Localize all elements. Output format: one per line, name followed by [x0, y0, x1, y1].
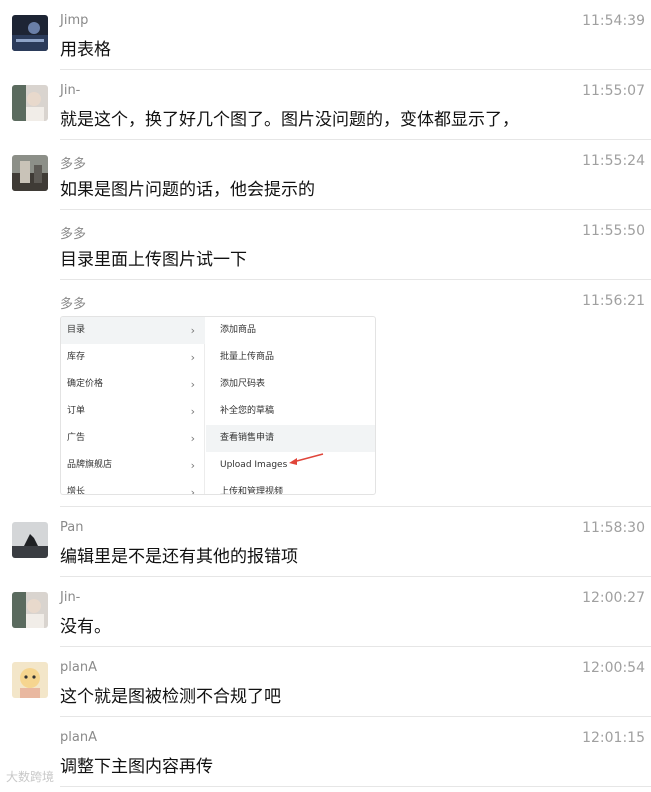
image-message[interactable]: 目录 › 库存 › 确定价格 › 订单 › 广告 › 品牌旗舰店 › 增长 › … — [60, 316, 376, 495]
submenu-item: 添加商品 — [220, 325, 257, 335]
chevron-right-icon: › — [190, 378, 195, 391]
chat-history: Jimp 11:54:39 用表格 Jin- 11:55:07 就是这个，换了好… — [0, 0, 651, 792]
menu-item: 库存 › — [61, 344, 205, 371]
sender-name: Pan — [60, 520, 84, 535]
menu-item-label: 订单 — [67, 406, 86, 416]
chat-message: Pan 11:58:30 编辑里是不是还有其他的报错项 — [0, 507, 651, 577]
message-text[interactable]: 用表格 — [60, 35, 111, 60]
screenshot-menu: 目录 › 库存 › 确定价格 › 订单 › 广告 › 品牌旗舰店 › 增长 › — [61, 317, 205, 495]
chevron-right-icon: › — [190, 405, 195, 418]
chevron-right-icon: › — [190, 459, 195, 472]
message-time: 12:01:15 — [582, 730, 645, 746]
chat-message: 多多 11:56:21 目录 › 库存 › 确定价格 › 订单 › 广告 › 品… — [0, 280, 651, 507]
chat-message: Jin- 11:55:07 就是这个，换了好几个图了。图片没问题的，变体都显示了… — [0, 70, 651, 140]
divider — [60, 786, 651, 787]
menu-item: 订单 › — [61, 398, 205, 425]
sender-name: planA — [60, 730, 97, 745]
message-text[interactable]: 编辑里是不是还有其他的报错项 — [60, 542, 298, 567]
watermark: 大数跨境 — [6, 770, 55, 784]
chevron-right-icon: › — [190, 351, 195, 364]
message-text[interactable]: 这个就是图被检测不合规了吧 — [60, 682, 281, 707]
sender-name: planA — [60, 660, 97, 675]
menu-item-label: 库存 — [67, 352, 86, 362]
menu-item-label: 确定价格 — [67, 379, 104, 389]
sender-name: Jin- — [60, 590, 81, 605]
screenshot-submenu: 添加商品 批量上传商品 添加尺码表 补全您的草稿 查看销售申请 Upload I… — [206, 317, 375, 495]
submenu-item: 补全您的草稿 — [220, 406, 275, 416]
message-time: 11:55:07 — [582, 83, 645, 99]
avatar[interactable] — [12, 662, 48, 698]
submenu-item: 批量上传商品 — [220, 352, 275, 362]
menu-item-label: 广告 — [67, 433, 86, 443]
menu-item: 品牌旗舰店 › — [61, 452, 205, 479]
avatar[interactable] — [12, 85, 48, 121]
chat-message: planA 12:01:15 调整下主图内容再传 — [0, 717, 651, 787]
message-time: 11:55:50 — [582, 223, 645, 239]
menu-item: 广告 › — [61, 425, 205, 452]
sender-name: 多多 — [60, 227, 87, 242]
message-text[interactable]: 调整下主图内容再传 — [60, 752, 213, 777]
submenu-item: 查看销售申请 — [206, 425, 375, 452]
menu-item: 目录 › — [61, 317, 205, 344]
sender-name: Jimp — [60, 13, 89, 28]
submenu-item: 添加尺码表 — [220, 379, 266, 389]
chevron-right-icon: › — [190, 486, 195, 495]
sender-name: 多多 — [60, 297, 87, 312]
avatar[interactable] — [12, 592, 48, 628]
menu-item: 增长 › — [61, 479, 205, 495]
chat-message: 多多 11:55:24 如果是图片问题的话，他会提示的 — [0, 140, 651, 210]
message-text[interactable]: 如果是图片问题的话，他会提示的 — [60, 175, 315, 200]
red-arrow-icon — [289, 453, 324, 465]
menu-item-label: 增长 — [67, 487, 86, 495]
avatar[interactable] — [12, 522, 48, 558]
menu-item-label: 品牌旗舰店 — [67, 460, 113, 470]
sender-name: Jin- — [60, 83, 81, 98]
chat-message: planA 12:00:54 这个就是图被检测不合规了吧 — [0, 647, 651, 717]
chat-message: 多多 11:55:50 目录里面上传图片试一下 — [0, 210, 651, 280]
avatar[interactable] — [12, 155, 48, 191]
chevron-right-icon: › — [190, 324, 195, 337]
message-time: 11:55:24 — [582, 153, 645, 169]
avatar[interactable] — [12, 15, 48, 51]
menu-item: 确定价格 › — [61, 371, 205, 398]
message-time: 12:00:27 — [582, 590, 645, 606]
message-text[interactable]: 就是这个，换了好几个图了。图片没问题的，变体都显示了， — [60, 105, 519, 130]
chat-message: Jin- 12:00:27 没有。 — [0, 577, 651, 647]
message-time: 11:58:30 — [582, 520, 645, 536]
message-time: 11:54:39 — [582, 13, 645, 29]
message-time: 11:56:21 — [582, 293, 645, 309]
chat-message: Jimp 11:54:39 用表格 — [0, 0, 651, 70]
sender-name: 多多 — [60, 157, 87, 172]
submenu-item: 上传和管理视频 — [220, 487, 284, 495]
message-text[interactable]: 没有。 — [60, 612, 111, 637]
message-time: 12:00:54 — [582, 660, 645, 676]
message-text[interactable]: 目录里面上传图片试一下 — [60, 245, 247, 270]
chevron-right-icon: › — [190, 432, 195, 445]
menu-item-label: 目录 — [67, 325, 86, 335]
